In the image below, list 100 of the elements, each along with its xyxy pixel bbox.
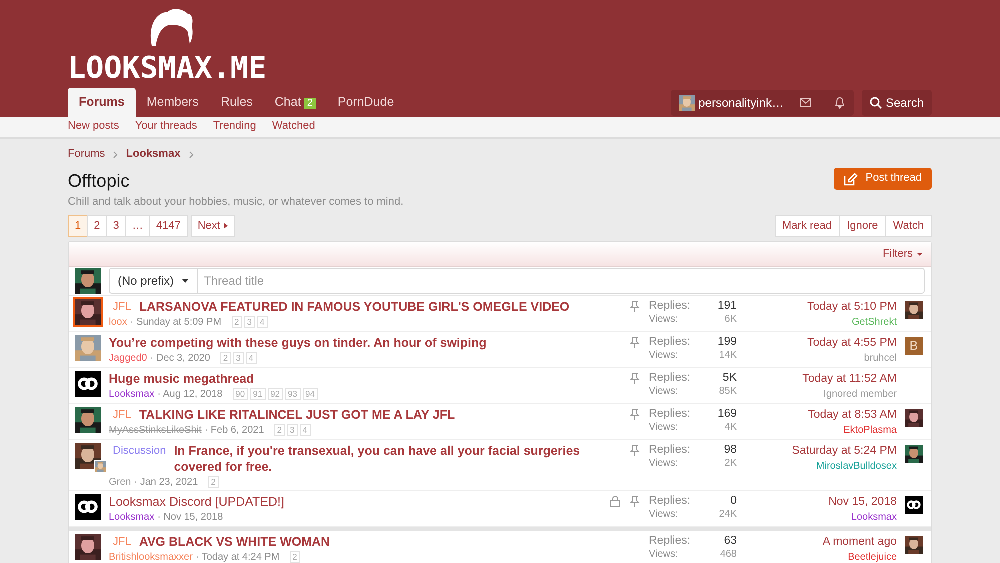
replies-count: 199 [718,335,737,350]
replies-label: Replies: [649,335,691,350]
replies-label: Replies: [649,534,691,548]
thread-list-action[interactable]: Ignore [839,215,886,238]
forum-description: Chill and talk about your hobbies, music, or whatever comes to mind. [68,196,404,210]
last-poster-link[interactable]: Beetlejuice [848,552,897,563]
views-count: 6K [724,313,737,328]
author-link[interactable]: Jagged0 [109,352,148,365]
avatar-letter: B [905,337,923,356]
replies-count: 63 [724,534,737,548]
last-post-date[interactable]: Today at 4:55 PM [808,337,897,350]
notification-icon[interactable] [834,97,846,109]
views-count: 4K [724,421,737,436]
thread-date: · Jan 23, 2021 [134,476,198,489]
thread-date: · Nov 15, 2018 [158,510,224,524]
thread-date: · Dec 3, 2020 [150,352,210,365]
replies-label: Replies: [649,407,691,422]
author-link[interactable]: Looksmax [109,388,155,401]
views-label: Views: [649,385,678,400]
thread-prefix[interactable]: Discussion [109,443,170,460]
replies-label: Replies: [649,494,691,508]
last-post-date[interactable]: Nov 15, 2018 [828,496,897,508]
views-count: 85K [719,385,737,400]
page-link[interactable]: 2 [87,215,108,238]
thread-list-action[interactable]: Mark read [774,215,840,238]
views-label: Views: [649,349,678,364]
caret-icon [917,252,923,256]
nav-tab[interactable]: Members [136,88,210,117]
prefix-dropdown[interactable]: (No prefix) [110,269,198,294]
views-label: Views: [649,508,678,522]
nav-tab[interactable]: Chat 2 [264,88,327,117]
thread-title[interactable]: AVG BLACK VS WHITE WOMAN [139,534,330,550]
thread-title[interactable]: You’re competing with these guys on tinder. An hour of swiping [109,335,487,352]
site-logo-icon [75,371,101,398]
thread-title[interactable]: Huge music megathread [109,371,254,388]
last-post-date[interactable]: A moment ago [822,536,897,548]
sub-nav-link[interactable]: Watched [272,120,316,134]
chevron-icon [188,150,194,158]
thread-date: · Feb 6, 2021 [204,424,264,437]
page-link[interactable]: 4147 [149,215,188,238]
replies-count: 191 [718,299,737,314]
thread-title[interactable]: TALKING LIKE RITALINCEL JUST GOT ME A LAY JFL [139,407,456,424]
thread-title[interactable]: In France, if you're transexual, you can have all your facial surgeries covered for free. [174,443,603,476]
count-badge: 2 [304,98,316,109]
thread-title[interactable]: Looksmax Discord [UPDATED!] [109,494,285,510]
thread-list-action[interactable]: Watch [885,215,932,238]
last-post-date[interactable]: Today at 8:53 AM [808,409,897,422]
views-label: Views: [649,421,678,436]
views-count: 2K [724,457,737,472]
replies-label: Replies: [649,371,691,386]
next-page-button[interactable]: Next [190,215,236,238]
replies-count: 98 [724,443,737,458]
page-link[interactable]: 1 [68,215,88,238]
last-poster-link[interactable]: MiroslavBulldosex [816,461,897,472]
views-count: 14K [719,349,737,364]
caret-icon [182,279,190,284]
thread-date: · Sunday at 5:09 PM [130,316,222,329]
last-post-date[interactable]: Saturday at 5:24 PM [792,445,897,458]
replies-count: 169 [718,407,737,422]
views-label: Views: [649,457,678,472]
replies-count: 0 [730,494,737,508]
chevron-icon [113,150,118,158]
post-thread-button[interactable]: Post thread [834,168,932,190]
breadcrumb-link[interactable]: Looksmax [126,148,181,162]
views-label: Views: [649,548,678,562]
author-link[interactable]: Looksmax [109,510,155,524]
thread-date: · Aug 12, 2018 [158,388,223,401]
site-logo[interactable]: LOOKSMAX.ME [68,54,267,84]
thread-date: · Today at 4:24 PM [196,550,280,563]
breadcrumb-link[interactable]: Forums [68,148,106,162]
site-logo-icon [75,494,101,520]
edit-icon [844,172,858,186]
nav-tab[interactable]: Rules [210,88,264,117]
views-count: 468 [720,548,737,562]
search-button[interactable]: Search [862,90,932,116]
filters-menu[interactable]: Filters [883,248,923,261]
replies-label: Replies: [649,443,691,458]
last-post-date[interactable]: Today at 11:52 AM [802,373,897,386]
search-icon [870,97,882,109]
views-count: 24K [719,508,737,522]
caret-icon [224,223,228,230]
mail-icon[interactable] [800,97,812,109]
thread-title-field[interactable]: (No prefix) Thread title [109,268,925,294]
last-poster-link[interactable]: EktoPlasma [844,425,897,436]
hair-icon [148,8,194,46]
last-poster-link[interactable]: Looksmax [851,512,897,524]
nav-tab[interactable]: PornDude [326,88,406,117]
page-link[interactable]: … [125,215,150,238]
replies-label: Replies: [649,299,691,314]
page-title: Offtopic [68,170,131,192]
nav-tab[interactable]: Forums [68,88,136,117]
thread-title[interactable]: LARSANOVA FEATURED IN FAMOUS YOUTUBE GIRL'S OMEGLE VIDEO [139,299,570,316]
sub-nav-link[interactable]: Your threads [135,120,198,134]
account-link[interactable]: personalityink… [678,95,784,111]
sub-nav-link[interactable]: Trending [213,120,256,134]
replies-count: 5K [722,371,737,386]
views-label: Views: [649,313,678,328]
page-link[interactable]: 3 [106,215,126,238]
last-post-date[interactable]: Today at 5:10 PM [808,301,897,314]
sub-nav-link[interactable]: New posts [68,120,120,134]
